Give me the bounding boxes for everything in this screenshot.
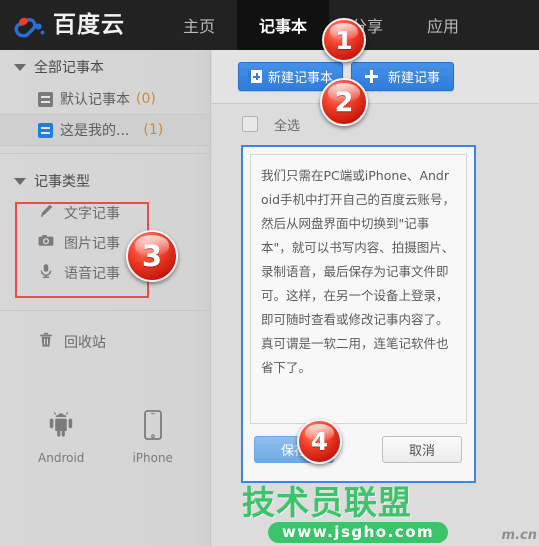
caret-down-icon: [14, 63, 26, 71]
device-iphone[interactable]: iPhone: [132, 410, 173, 465]
device-android[interactable]: Android: [38, 410, 84, 465]
device-links: Android iPhone: [0, 410, 211, 465]
sidebar-item-default-notebook-label: 默认记事本: [60, 92, 130, 108]
main-toolbar: 新建记事本 新建记事: [212, 50, 539, 104]
sidebar-divider-2: [0, 310, 210, 311]
sidebar-group-all-notebooks-label: 全部记事本: [34, 60, 104, 76]
sidebar-group-all-notebooks[interactable]: 全部记事本: [0, 50, 210, 84]
pencil-icon: [38, 203, 54, 223]
android-icon: [46, 410, 76, 446]
nav-item-home[interactable]: 主页: [161, 0, 237, 50]
camera-icon: [38, 233, 54, 253]
new-notebook-button-label: 新建记事本: [268, 71, 334, 86]
sidebar-item-recycle-bin-label: 回收站: [64, 335, 106, 351]
notebook-icon-gray: [38, 91, 53, 107]
sidebar-item-text-note[interactable]: 文字记事: [0, 198, 210, 228]
sidebar-divider-1: [0, 153, 210, 154]
select-all-checkbox[interactable]: [242, 116, 258, 132]
select-all-label: 全选: [274, 118, 301, 134]
note-text: 我们只需在PC端或iPhone、Android手机中打开自己的百度云账号，然后从…: [261, 168, 456, 375]
sidebar-item-default-notebook-count: (0): [136, 91, 156, 107]
nav-item-apps[interactable]: 应用: [405, 0, 481, 50]
top-navigation-bar: 百度云 主页 记事本 分享 应用: [0, 0, 539, 50]
sidebar-item-my-notebook-count: (1): [143, 122, 164, 138]
save-button[interactable]: 保存: [254, 436, 334, 463]
brand-text: 百度云: [53, 11, 125, 38]
notebook-plus-icon: [248, 70, 262, 83]
sidebar: 全部记事本 默认记事本 (0) 这是我的... (1) 记事类型 文字记事 图片…: [0, 50, 211, 546]
new-note-button[interactable]: 新建记事: [351, 62, 455, 91]
note-textarea[interactable]: 我们只需在PC端或iPhone、Android手机中打开自己的百度云账号，然后从…: [250, 154, 467, 424]
sidebar-item-voice-note-label: 语音记事: [64, 266, 120, 282]
sidebar-item-recycle-bin[interactable]: 回收站: [0, 327, 210, 357]
sidebar-item-text-note-label: 文字记事: [64, 206, 120, 222]
main-panel: 新建记事本 新建记事 全选 我们只需在PC端或iPhone、Android手机中…: [212, 50, 539, 546]
sidebar-item-photo-note[interactable]: 图片记事: [0, 228, 210, 258]
sidebar-group-note-types-label: 记事类型: [34, 174, 90, 190]
caret-down-icon-2: [14, 177, 26, 185]
nav-items: 主页 记事本 分享 应用: [161, 0, 481, 50]
plus-icon: [365, 70, 379, 83]
notebook-icon-blue: [38, 122, 53, 138]
device-iphone-label: iPhone: [132, 451, 173, 465]
sidebar-item-photo-note-label: 图片记事: [64, 236, 120, 252]
sidebar-item-my-notebook-label: 这是我的...: [60, 123, 130, 139]
note-editor: 我们只需在PC端或iPhone、Android手机中打开自己的百度云账号，然后从…: [241, 145, 476, 483]
device-android-label: Android: [38, 451, 85, 465]
nav-item-share[interactable]: 分享: [329, 0, 405, 50]
app-window: 百度云 主页 记事本 分享 应用 全部记事本 默认记事本 (0) 这是我的...…: [0, 0, 539, 546]
nav-item-notebook[interactable]: 记事本: [237, 0, 330, 50]
select-all-row: 全选: [212, 104, 539, 144]
editor-actions: 保存 取消: [250, 436, 467, 463]
trash-icon: [38, 332, 54, 352]
sidebar-group-note-types[interactable]: 记事类型: [0, 164, 210, 198]
cancel-button[interactable]: 取消: [382, 436, 462, 463]
iphone-icon: [141, 410, 165, 446]
new-notebook-button[interactable]: 新建记事本: [238, 62, 344, 91]
brand[interactable]: 百度云: [14, 0, 125, 50]
new-note-button-label: 新建记事: [388, 71, 441, 86]
sidebar-item-voice-note[interactable]: 语音记事: [0, 258, 210, 288]
microphone-icon: [38, 263, 54, 283]
sidebar-item-my-notebook[interactable]: 这是我的... (1): [0, 114, 210, 146]
sidebar-item-default-notebook[interactable]: 默认记事本 (0): [0, 84, 210, 114]
baidu-cloud-paw-logo-icon: [14, 10, 48, 40]
